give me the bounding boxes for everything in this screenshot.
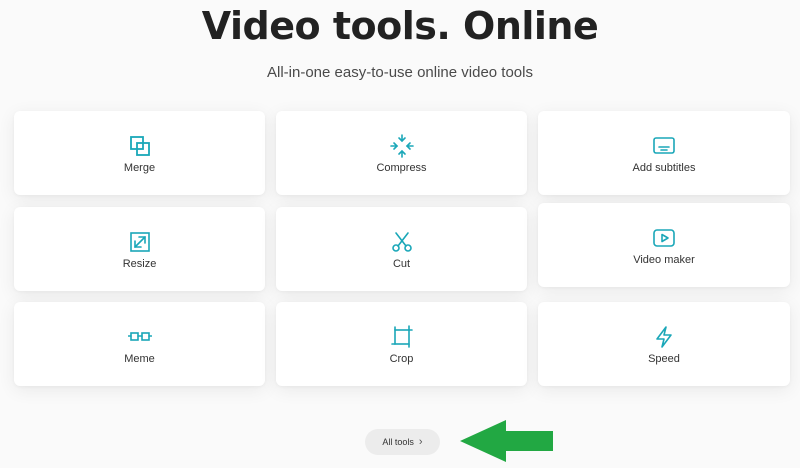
- merge-icon: [128, 134, 152, 158]
- tool-label: Merge: [123, 162, 156, 174]
- all-tools-label: All tools: [382, 437, 414, 447]
- tool-card-compress[interactable]: Compress: [276, 111, 527, 195]
- tool-card-resize[interactable]: Resize: [14, 207, 265, 291]
- resize-icon: [128, 230, 152, 254]
- tool-label: Cut: [392, 258, 411, 270]
- tool-card-add-subtitles[interactable]: Add subtitles: [538, 111, 790, 195]
- tool-card-cut[interactable]: Cut: [276, 207, 527, 291]
- tool-card-crop[interactable]: Crop: [276, 302, 527, 386]
- tool-label: Compress: [376, 162, 427, 174]
- crop-icon: [390, 325, 414, 349]
- tool-label: Video maker: [633, 254, 695, 266]
- scissors-icon: [390, 230, 414, 254]
- page-subtitle: All-in-one easy-to-use online video tool…: [267, 64, 533, 81]
- tool-label: Speed: [648, 353, 680, 365]
- all-tools-button[interactable]: All tools ›: [365, 429, 440, 455]
- tool-card-meme[interactable]: Meme: [14, 302, 265, 386]
- tool-card-merge[interactable]: Merge: [14, 111, 265, 195]
- tool-label: Crop: [389, 353, 414, 365]
- subtitles-icon: [652, 134, 676, 158]
- glasses-icon: [127, 325, 152, 349]
- tool-card-speed[interactable]: Speed: [538, 302, 790, 386]
- tool-card-video-maker[interactable]: Video maker: [538, 203, 790, 287]
- page-title: Video tools. Online: [201, 4, 599, 48]
- chevron-right-icon: ›: [418, 435, 423, 448]
- arrow-left-icon: [460, 420, 553, 462]
- tool-label: Meme: [124, 353, 155, 365]
- play-icon: [652, 226, 676, 250]
- tool-label: Add subtitles: [632, 162, 696, 174]
- compress-icon: [389, 134, 414, 158]
- lightning-icon: [652, 325, 676, 349]
- tool-label: Resize: [122, 258, 157, 270]
